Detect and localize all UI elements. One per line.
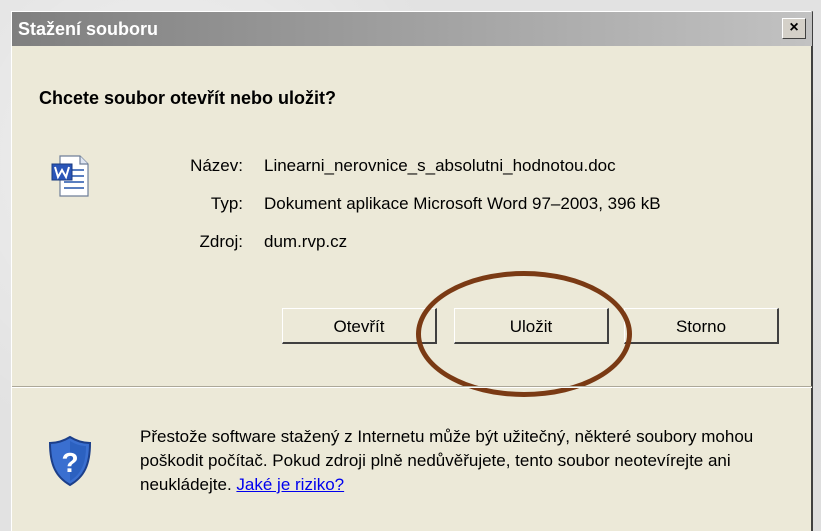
security-shield-icon: ?: [48, 435, 92, 487]
svg-text:?: ?: [61, 447, 78, 478]
open-button[interactable]: Otevřít: [282, 308, 437, 344]
risk-link[interactable]: Jaké je riziko?: [236, 475, 344, 494]
close-button[interactable]: ×: [782, 18, 806, 39]
file-type-value: Dokument aplikace Microsoft Word 97–2003…: [264, 194, 661, 213]
title-bar[interactable]: Stažení souboru ×: [12, 12, 812, 46]
download-dialog: Stažení souboru × Chcete soubor otevřít …: [11, 11, 813, 531]
close-icon: ×: [789, 19, 799, 36]
word-document-icon: [51, 155, 89, 197]
name-label: Název:: [190, 156, 243, 175]
save-button[interactable]: Uložit: [454, 308, 609, 344]
dialog-title: Stažení souboru: [18, 19, 159, 39]
source-label: Zdroj:: [199, 232, 243, 251]
cancel-button[interactable]: Storno: [624, 308, 779, 344]
type-label: Typ:: [210, 194, 243, 213]
warning-text: Přestože software stažený z Internetu mů…: [140, 427, 754, 494]
file-name-value: Linearni_nerovnice_s_absolutni_hodnotou.…: [264, 156, 616, 175]
file-source-value: dum.rvp.cz: [264, 232, 348, 251]
dialog-heading: Chcete soubor otevřít nebo uložit?: [39, 88, 337, 108]
security-warning: Přestože software stažený z Internetu mů…: [140, 425, 790, 497]
